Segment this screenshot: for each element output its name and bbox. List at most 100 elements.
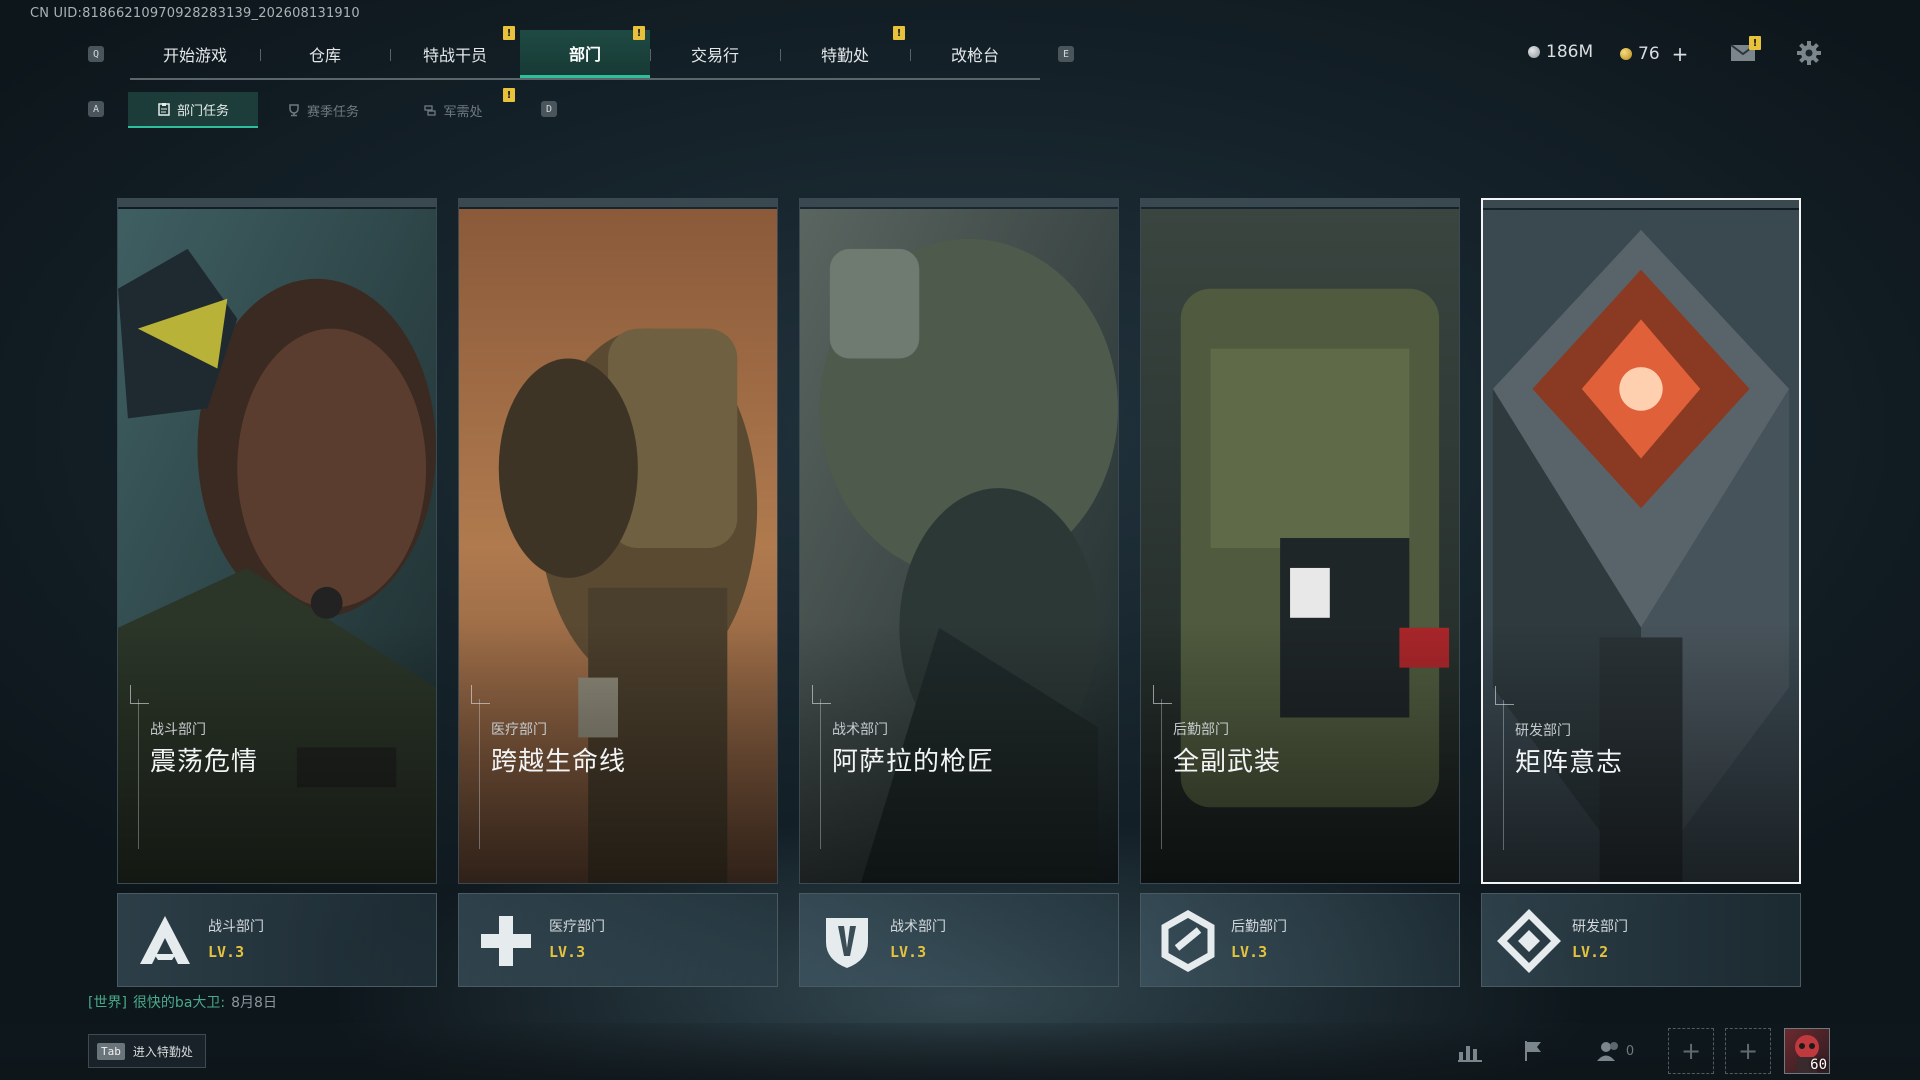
card-header-strip (459, 199, 777, 207)
card-medical-department[interactable]: 医疗部门 跨越生命线 (458, 198, 778, 884)
gold-currency[interactable]: 76 + (1620, 42, 1688, 66)
card-department-label: 医疗部门 (491, 722, 547, 738)
operators-alert-badge: ! (503, 26, 515, 40)
friends-count: 0 (1625, 1043, 1635, 1059)
uid-label: CN UID:81866210970928283139_202608131910 (30, 6, 360, 21)
silver-amount: 186M (1546, 42, 1594, 62)
tab-gunsmith[interactable]: 改枪台 (910, 30, 1040, 78)
tab-label: 改枪台 (950, 46, 999, 65)
card-combat-department[interactable]: 战斗部门 震荡危情 (117, 198, 437, 884)
panel-department-name: 后勤部门 (1231, 919, 1287, 935)
gear-icon (1797, 41, 1821, 65)
team-slot-2[interactable]: + (1725, 1028, 1771, 1074)
card-corner-mark (1495, 686, 1514, 705)
subtab-quartermaster[interactable]: 军需处 (388, 92, 518, 128)
key-e: E (1058, 46, 1074, 62)
subtab-department-tasks[interactable]: 部门任务 (128, 92, 258, 128)
card-department-label: 战术部门 (832, 722, 888, 738)
tab-trading[interactable]: 交易行 (650, 30, 780, 78)
card-guide-line (1503, 700, 1504, 850)
card-department-label: 研发部门 (1515, 723, 1571, 739)
card-guide-line (138, 699, 139, 849)
card-header-strip (800, 199, 1118, 207)
panel-combat-department[interactable]: 战斗部门 LV.3 (117, 893, 437, 987)
panel-department-name: 研发部门 (1572, 919, 1628, 935)
card-corner-mark (471, 685, 490, 704)
logistics-icon (1161, 909, 1215, 973)
key-q: Q (88, 46, 104, 62)
stats-button[interactable] (1455, 1036, 1485, 1066)
bar-chart-icon (1458, 1046, 1482, 1062)
chat-user: 很快的ba大卫: (132, 995, 226, 1011)
world-chat-message[interactable]: [世界] 很快的ba大卫: 8月8日 (88, 992, 277, 1012)
card-guide-line (820, 699, 821, 849)
player-level: 60 (1810, 1057, 1827, 1073)
card-corner-mark (130, 685, 149, 704)
chat-text: 8月8日 (231, 995, 277, 1011)
tab-start-game[interactable]: 开始游戏 (130, 30, 260, 78)
silver-coin-icon (1528, 46, 1540, 58)
panel-department-name: 战术部门 (890, 919, 946, 935)
team-slot-1[interactable]: + (1668, 1028, 1714, 1074)
panel-medical-department[interactable]: 医疗部门 LV.3 (458, 893, 778, 987)
tab-warehouse[interactable]: 仓库 (260, 30, 390, 78)
card-header-strip (118, 199, 436, 207)
chat-channel: [世界] (88, 995, 127, 1011)
key-d: D (541, 101, 557, 117)
friends-icon (1596, 1042, 1618, 1061)
tab-special-ops[interactable]: 特勤处 (780, 30, 910, 78)
card-department-label: 战斗部门 (150, 722, 206, 738)
player-avatar[interactable]: 60 (1784, 1028, 1830, 1074)
friends-button[interactable]: 0 (1590, 1036, 1640, 1066)
card-title: 矩阵意志 (1515, 748, 1624, 778)
add-gold-button[interactable]: + (1672, 42, 1689, 66)
tactical-icon (826, 918, 868, 968)
combat-icon (140, 916, 190, 964)
card-guide-line (1161, 699, 1162, 849)
tab-label: 特战干员 (422, 46, 487, 65)
tab-label: 仓库 (308, 46, 341, 65)
card-title: 全副武装 (1173, 747, 1282, 777)
panel-tactical-department[interactable]: 战术部门 LV.3 (799, 893, 1119, 987)
tab-label: 开始游戏 (162, 46, 227, 65)
card-header-strip (1141, 199, 1459, 207)
special-ops-alert-badge: ! (893, 26, 905, 40)
panel-level: LV.3 (208, 943, 245, 961)
card-research-department[interactable]: 研发部门 矩阵意志 (1481, 198, 1801, 884)
panel-level: LV.3 (890, 943, 927, 961)
tab-label: 部门 (568, 44, 601, 64)
supply-icon (424, 105, 437, 116)
card-header-strip (1483, 200, 1799, 208)
card-logistics-department[interactable]: 后勤部门 全副武装 (1140, 198, 1460, 884)
panel-research-department[interactable]: 研发部门 LV.2 (1481, 893, 1801, 987)
settings-button[interactable] (1794, 38, 1824, 68)
subtab-label: 军需处 (443, 104, 483, 120)
enter-special-ops-button[interactable]: Tab 进入特勤处 (88, 1034, 206, 1068)
card-tactical-department[interactable]: 战术部门 阿萨拉的枪匠 (799, 198, 1119, 884)
panel-department-name: 战斗部门 (208, 919, 264, 935)
gold-amount: 76 (1638, 44, 1660, 64)
flag-icon (1525, 1041, 1541, 1061)
enter-special-ops-label: 进入特勤处 (132, 1044, 193, 1059)
mission-flag-button[interactable] (1518, 1036, 1548, 1066)
panel-level: LV.3 (549, 943, 586, 961)
add-teammate-icon: + (1680, 1037, 1702, 1065)
trophy-icon (289, 104, 299, 117)
panel-logistics-department[interactable]: 后勤部门 LV.3 (1140, 893, 1460, 987)
card-corner-mark (1153, 685, 1172, 704)
tab-departments[interactable]: 部门 (520, 30, 650, 78)
tab-key: Tab (97, 1042, 125, 1060)
panel-level: LV.3 (1231, 943, 1268, 961)
tab-operators[interactable]: 特战干员 (390, 30, 520, 78)
panel-level: LV.2 (1572, 943, 1609, 961)
departments-alert-badge: ! (633, 26, 645, 40)
card-corner-mark (812, 685, 831, 704)
subtab-season-tasks[interactable]: 赛季任务 (258, 92, 388, 128)
medical-icon (481, 916, 531, 966)
card-title: 阿萨拉的枪匠 (832, 747, 995, 777)
sub-nav: 部门任务 赛季任务 军需处 (128, 92, 518, 128)
quartermaster-alert-badge: ! (503, 88, 515, 102)
silver-currency[interactable]: 186M (1528, 42, 1593, 62)
research-icon (1497, 909, 1561, 973)
card-title: 震荡危情 (150, 747, 259, 777)
